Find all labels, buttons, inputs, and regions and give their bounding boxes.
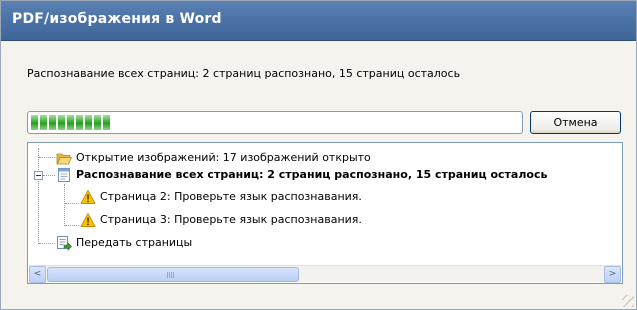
progress-segment — [49, 115, 56, 130]
scroll-right-button[interactable]: > — [604, 266, 621, 283]
tree-item-label: Страница 2: Проверьте язык распознавания… — [100, 190, 362, 203]
log-tree[interactable]: Открытие изображений: 17 изображений отк… — [27, 142, 623, 284]
tree-item-label: Страница 3: Проверьте язык распознавания… — [100, 213, 362, 226]
folder-open-icon — [56, 150, 73, 166]
tree-item-label: Передать страницы — [76, 236, 193, 249]
tree-item-label: Распознавание всех страниц: 2 страниц ра… — [76, 168, 548, 181]
warning-icon — [80, 212, 96, 228]
tree-item-send-pages[interactable]: Передать страницы — [28, 234, 622, 252]
window-title: PDF/изображения в Word — [12, 11, 222, 27]
title-bar[interactable]: PDF/изображения в Word — [1, 1, 636, 41]
document-icon — [56, 167, 72, 183]
scroll-thumb[interactable] — [47, 267, 299, 282]
progress-bar — [27, 111, 523, 134]
tree-item-page-3-warning[interactable]: Страница 3: Проверьте язык распознавания… — [28, 211, 622, 229]
warning-icon — [80, 189, 96, 205]
scroll-left-button[interactable]: < — [29, 266, 46, 283]
status-message: Распознавание всех страниц: 2 страниц ра… — [27, 67, 461, 80]
dialog-window: PDF/изображения в Word Распознавание все… — [0, 0, 637, 310]
progress-segment — [40, 115, 47, 130]
progress-segment — [85, 115, 92, 130]
progress-segment — [31, 115, 38, 130]
cancel-button[interactable]: Отмена — [530, 111, 621, 134]
progress-segment — [67, 115, 74, 130]
progress-fill — [31, 115, 110, 130]
progress-segment — [76, 115, 83, 130]
tree-item-recognize-pages[interactable]: Распознавание всех страниц: 2 страниц ра… — [28, 166, 622, 184]
horizontal-scrollbar[interactable]: < > — [29, 265, 621, 283]
resize-grip-icon[interactable] — [622, 295, 634, 307]
tree-item-page-2-warning[interactable]: Страница 2: Проверьте язык распознавания… — [28, 188, 622, 206]
tree-item-label: Открытие изображений: 17 изображений отк… — [76, 151, 371, 164]
tree-item-open-images[interactable]: Открытие изображений: 17 изображений отк… — [28, 149, 622, 167]
progress-segment — [103, 115, 110, 130]
progress-segment — [94, 115, 101, 130]
progress-segment — [58, 115, 65, 130]
export-word-icon — [56, 235, 72, 251]
